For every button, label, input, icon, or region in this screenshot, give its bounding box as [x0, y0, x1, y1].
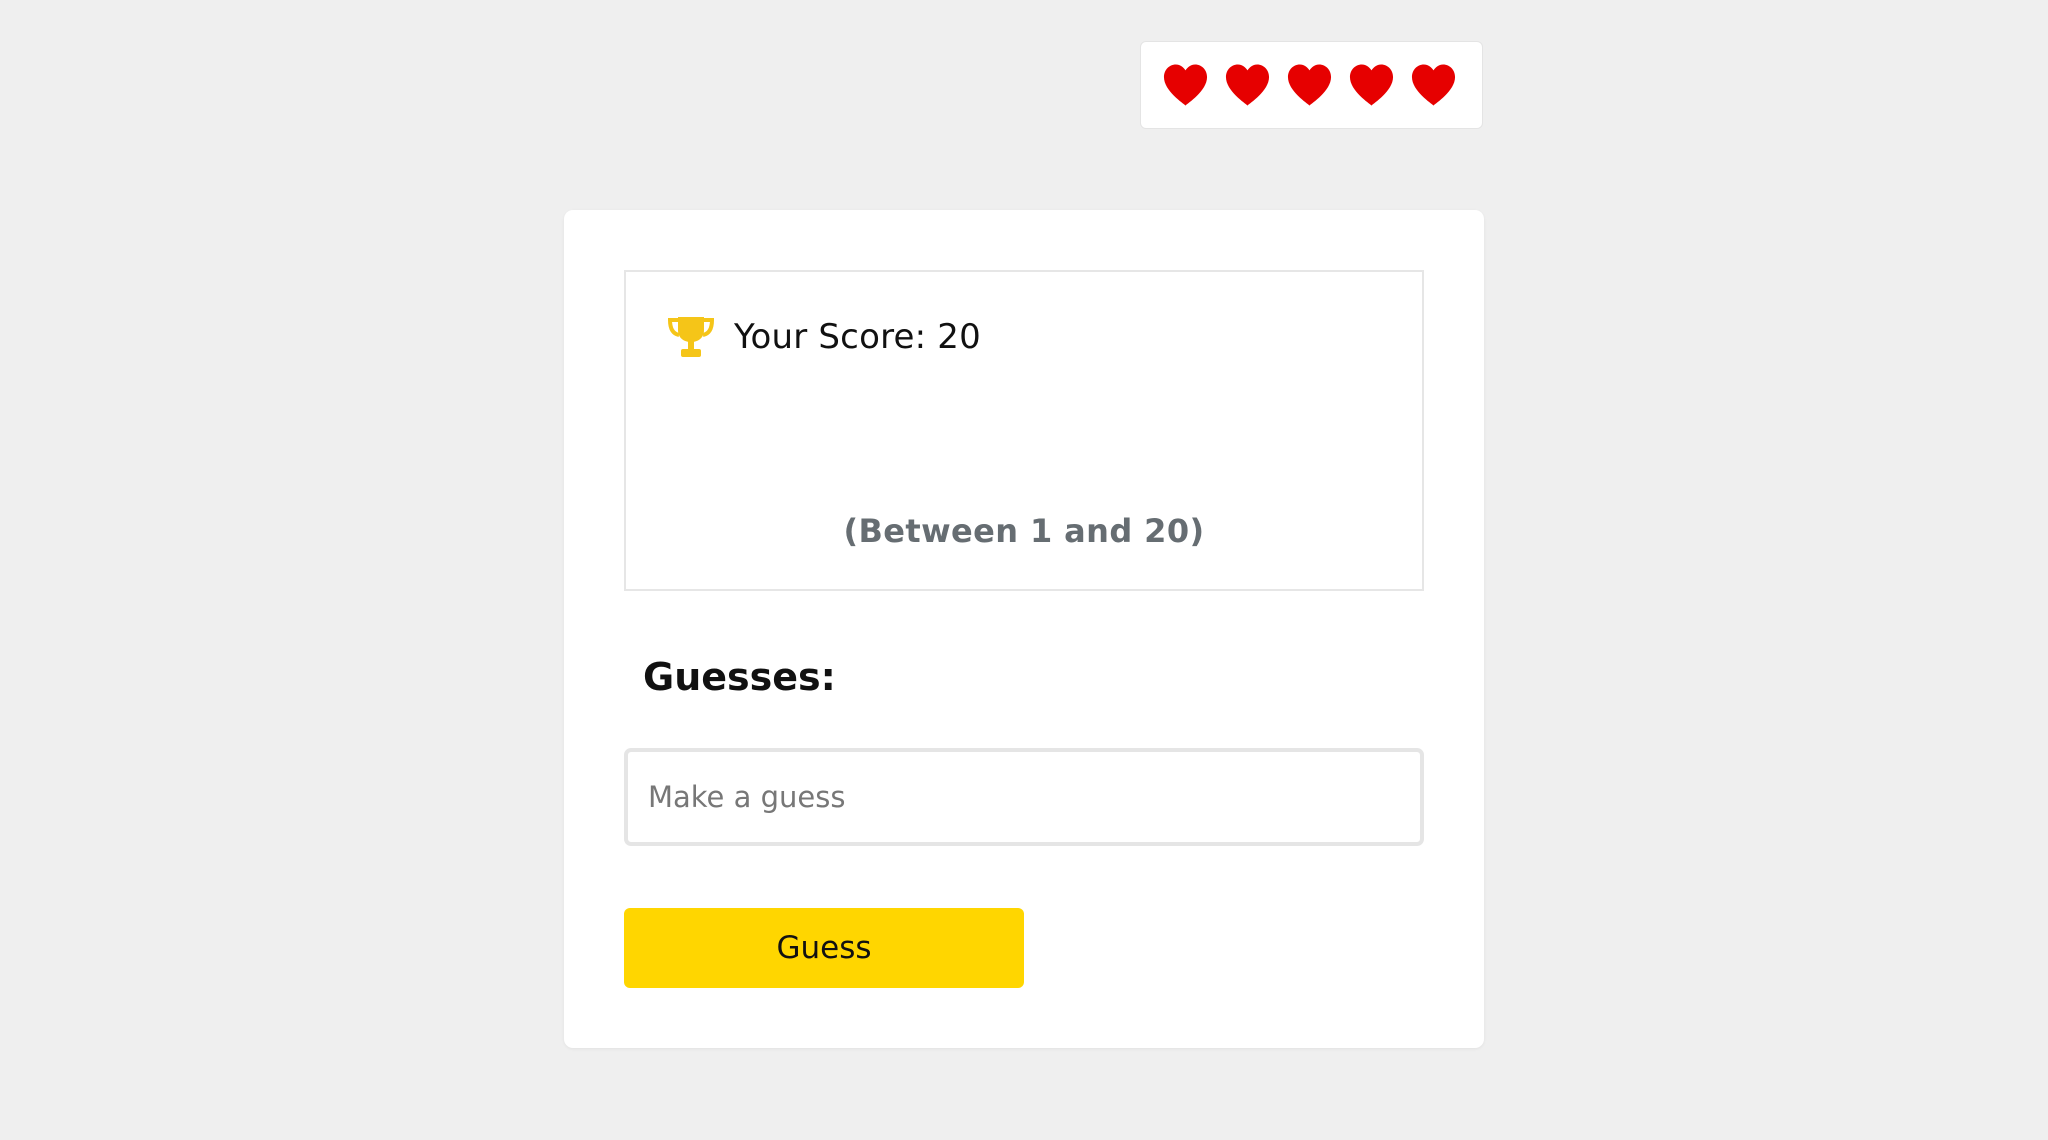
heart-icon — [1287, 64, 1332, 106]
range-hint: (Between 1 and 20) — [843, 512, 1205, 550]
game-card: Your Score: 20 (Between 1 and 20) Guesse… — [564, 210, 1484, 1048]
score-box: Your Score: 20 (Between 1 and 20) — [624, 270, 1424, 591]
guesses-label: Guesses: — [643, 655, 836, 699]
score-text: Your Score: 20 — [734, 317, 981, 357]
heart-icon — [1225, 64, 1270, 106]
guess-button[interactable]: Guess — [624, 908, 1024, 988]
lives-panel — [1140, 41, 1483, 129]
game-page: Your Score: 20 (Between 1 and 20) Guesse… — [0, 0, 2048, 1140]
heart-icon — [1411, 64, 1456, 106]
heart-icon — [1349, 64, 1394, 106]
heart-icon — [1163, 64, 1208, 106]
score-row: Your Score: 20 — [666, 314, 981, 360]
guess-input[interactable] — [624, 748, 1424, 846]
trophy-icon — [667, 317, 715, 357]
